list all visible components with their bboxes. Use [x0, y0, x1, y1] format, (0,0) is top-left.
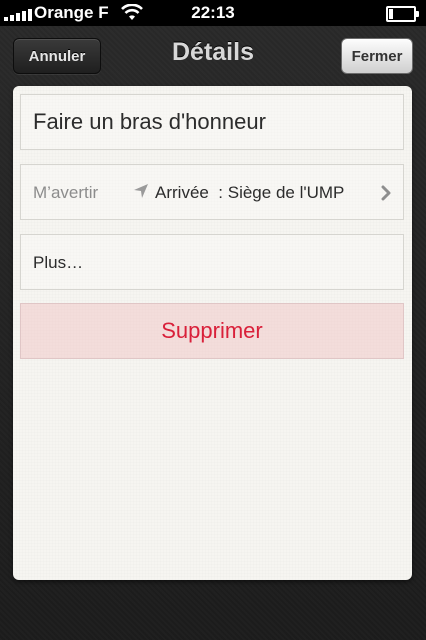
chevron-right-icon: [381, 185, 391, 206]
reminder-title-field[interactable]: Faire un bras d'honneur: [20, 94, 404, 150]
close-button[interactable]: Fermer: [341, 38, 413, 74]
location-arrow-icon: [133, 183, 149, 204]
more-row[interactable]: Plus…: [20, 234, 404, 290]
screen: Orange F 22:13 Annuler Détails Fermer Fa…: [0, 0, 426, 640]
battery-icon: [386, 6, 419, 22]
delete-button[interactable]: Supprimer: [20, 303, 404, 359]
alarm-label: M’avertir: [33, 183, 99, 202]
more-label: Plus…: [33, 253, 84, 272]
navigation-bar: Annuler Détails Fermer: [0, 26, 426, 86]
alarm-value: Arrivée : Siège de l'UMP: [155, 183, 345, 202]
alarm-row[interactable]: M’avertir Arrivée : Siège de l'UMP: [20, 164, 404, 220]
reminder-title-text: Faire un bras d'honneur: [33, 109, 266, 134]
details-card: Faire un bras d'honneur M’avertir Arrivé…: [13, 86, 412, 580]
status-bar: Orange F 22:13: [0, 0, 426, 26]
status-time: 22:13: [191, 3, 235, 22]
